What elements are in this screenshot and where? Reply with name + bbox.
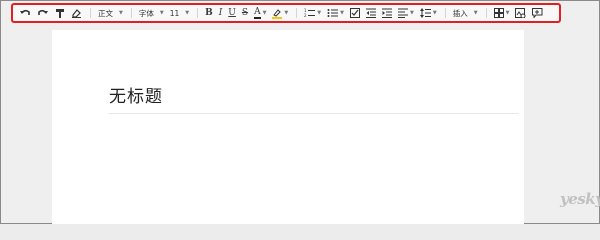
toolbar-separator bbox=[485, 8, 487, 18]
chevron-down-icon: ▼ bbox=[432, 10, 437, 16]
underline-button[interactable]: U bbox=[228, 6, 236, 20]
watermark-logo: yesky bbox=[560, 190, 600, 208]
toolbar-separator bbox=[296, 8, 298, 18]
ordered-list-icon: 12 bbox=[304, 8, 316, 18]
increase-indent-icon[interactable] bbox=[382, 6, 392, 20]
toolbar-separator bbox=[197, 8, 199, 18]
align-left-icon bbox=[398, 8, 408, 18]
chevron-down-icon: ▼ bbox=[410, 10, 414, 16]
svg-text:2: 2 bbox=[304, 13, 307, 18]
align-button[interactable]: ▼ bbox=[398, 6, 414, 20]
paragraph-style-dropdown[interactable]: 正文 ▼ bbox=[98, 6, 123, 20]
insert-dropdown[interactable]: 插入 ▼ bbox=[453, 6, 478, 20]
chevron-down-icon: ▼ bbox=[284, 10, 289, 16]
table-button[interactable]: ▼ bbox=[493, 6, 510, 20]
insert-label: 插入 bbox=[452, 8, 468, 18]
redo-icon[interactable] bbox=[37, 6, 49, 20]
font-family-label: 字体 bbox=[138, 8, 154, 18]
chevron-down-icon: ▼ bbox=[340, 10, 344, 16]
bullet-list-icon bbox=[327, 9, 339, 17]
chevron-down-icon: ▼ bbox=[262, 10, 267, 16]
image-icon[interactable] bbox=[515, 6, 526, 20]
undo-icon[interactable] bbox=[19, 6, 31, 20]
highlight-color-button[interactable]: ▼ bbox=[272, 6, 288, 20]
chevron-down-icon: ▼ bbox=[473, 10, 478, 16]
font-family-dropdown[interactable]: 字体 ▼ bbox=[139, 6, 164, 20]
font-color-icon: A bbox=[254, 6, 261, 19]
strikethrough-button[interactable]: S bbox=[242, 6, 248, 20]
chevron-down-icon: ▼ bbox=[159, 10, 164, 16]
title-divider bbox=[109, 113, 519, 114]
document-page[interactable]: 无标题 bbox=[52, 30, 524, 224]
task-list-icon[interactable] bbox=[350, 6, 360, 20]
chevron-down-icon: ▼ bbox=[317, 10, 322, 16]
ordered-list-button[interactable]: 12 ▼ bbox=[304, 6, 321, 20]
font-size-dropdown[interactable]: 11 ▼ bbox=[170, 6, 189, 20]
document-title[interactable]: 无标题 bbox=[109, 82, 163, 107]
italic-button[interactable]: I bbox=[219, 6, 223, 20]
format-painter-icon[interactable] bbox=[55, 6, 65, 20]
font-size-label: 11 bbox=[169, 8, 180, 18]
font-color-button[interactable]: A ▼ bbox=[254, 6, 266, 20]
format-toolbar: 正文 ▼ 字体 ▼ 11 ▼ B I U S A ▼ ▼ 12 ▼ ▼ ▼ ▼ … bbox=[11, 3, 561, 23]
chevron-down-icon: ▼ bbox=[119, 10, 123, 16]
bold-button[interactable]: B bbox=[205, 6, 213, 20]
line-spacing-button[interactable]: ▼ bbox=[419, 6, 437, 20]
toolbar-separator bbox=[130, 8, 132, 18]
grid-icon bbox=[493, 8, 504, 18]
chevron-down-icon: ▼ bbox=[505, 10, 510, 16]
highlighter-icon bbox=[272, 8, 283, 19]
toolbar-separator bbox=[90, 8, 91, 18]
paragraph-style-label: 正文 bbox=[98, 8, 113, 18]
comment-icon[interactable] bbox=[532, 6, 543, 20]
clear-format-icon[interactable] bbox=[71, 6, 82, 20]
bullet-list-button[interactable]: ▼ bbox=[327, 6, 344, 20]
decrease-indent-icon[interactable] bbox=[366, 6, 376, 20]
chevron-down-icon: ▼ bbox=[185, 10, 190, 16]
toolbar-separator bbox=[444, 8, 446, 18]
line-spacing-icon bbox=[419, 8, 431, 18]
